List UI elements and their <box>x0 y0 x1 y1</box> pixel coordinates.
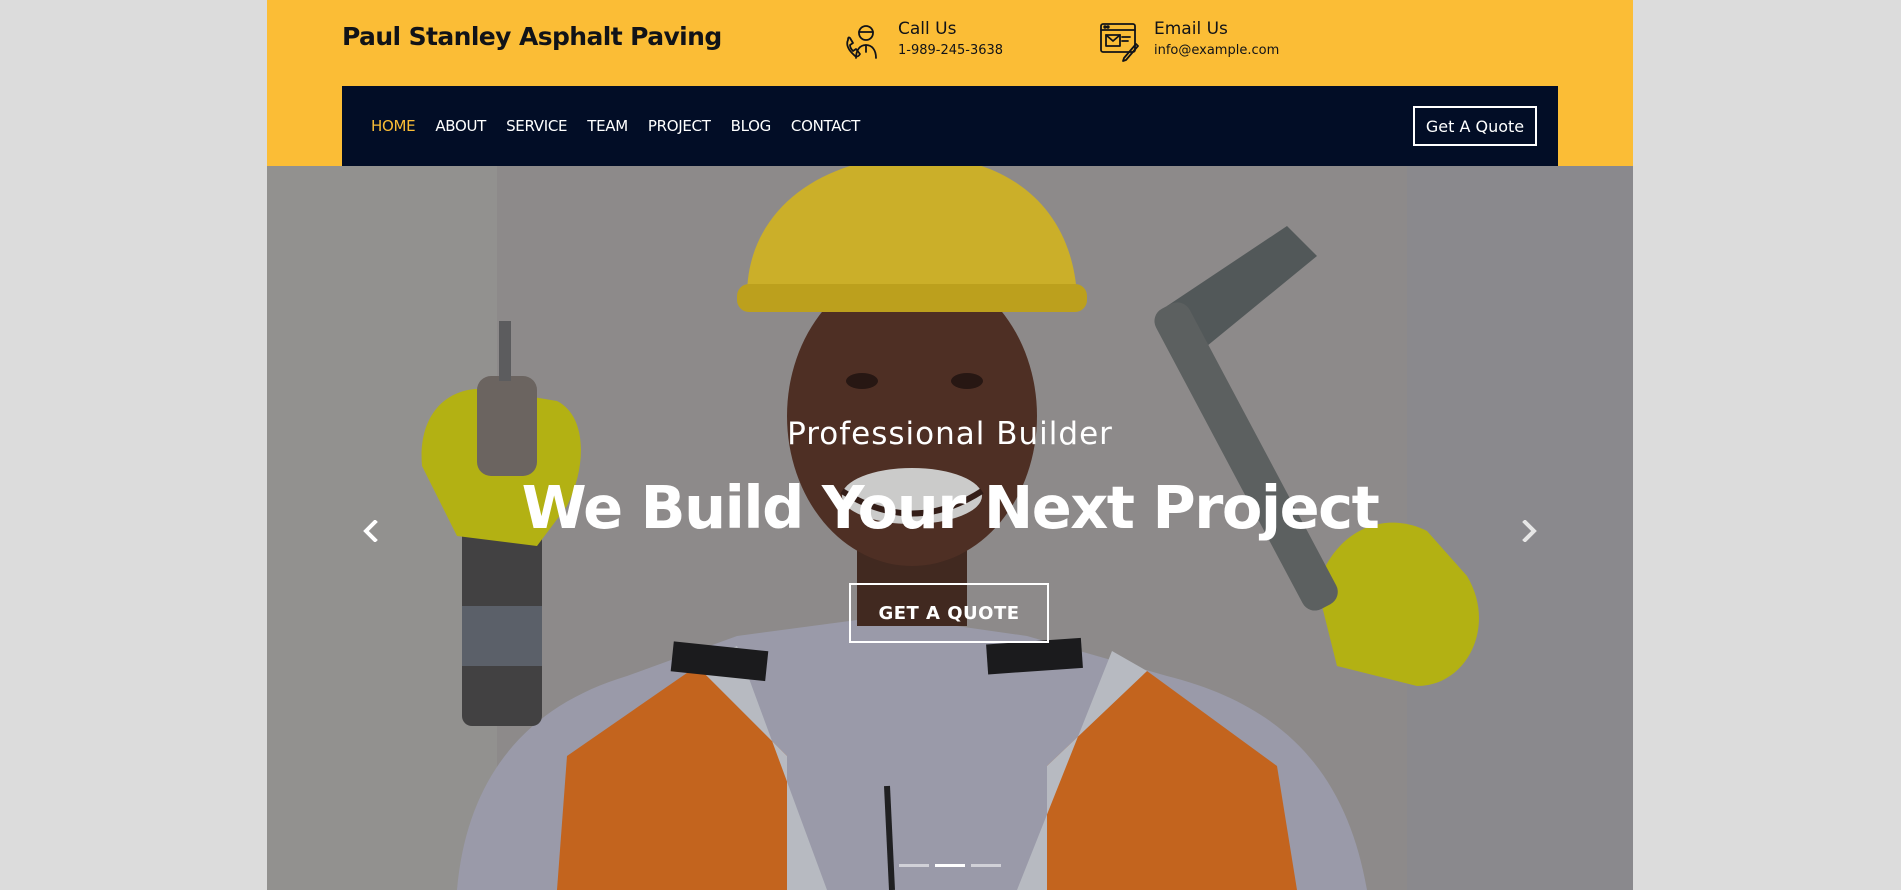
top-header: Paul Stanley Asphalt Paving Call Us 1-98… <box>267 0 1633 166</box>
hero-title: We Build Your Next Project <box>521 473 1380 542</box>
nav-item-blog[interactable]: BLOG <box>731 117 772 135</box>
slide-indicator-1[interactable] <box>899 864 929 867</box>
get-a-quote-button[interactable]: Get A Quote <box>1413 106 1537 146</box>
hero-slider: Professional Builder We Build Your Next … <box>267 166 1633 890</box>
nav-item-contact[interactable]: CONTACT <box>791 117 860 135</box>
nav-item-project[interactable]: PROJECT <box>648 117 711 135</box>
nav-item-home[interactable]: HOME <box>371 117 416 135</box>
site-brand[interactable]: Paul Stanley Asphalt Paving <box>342 22 722 51</box>
nav-item-service[interactable]: SERVICE <box>506 117 567 135</box>
email-us-label: Email Us <box>1154 19 1228 39</box>
nav-item-about[interactable]: ABOUT <box>435 117 486 135</box>
support-agent-icon <box>846 25 877 59</box>
phone-number[interactable]: 1-989-245-3638 <box>898 43 1003 58</box>
email-address[interactable]: info@example.com <box>1154 43 1279 58</box>
slider-indicators <box>899 864 1001 867</box>
call-us-block: Call Us 1-989-245-3638 <box>842 18 1003 62</box>
slide-indicator-3[interactable] <box>971 864 1001 867</box>
nav-item-team[interactable]: TEAM <box>587 117 628 135</box>
slider-prev-button[interactable] <box>355 511 385 551</box>
nav-menu: HOME ABOUT SERVICE TEAM PROJECT BLOG CON… <box>371 86 860 166</box>
email-us-block: Email Us info@example.com <box>1098 18 1279 62</box>
slide-indicator-2[interactable] <box>935 864 965 867</box>
main-nav: HOME ABOUT SERVICE TEAM PROJECT BLOG CON… <box>342 86 1558 166</box>
page: Paul Stanley Asphalt Paving Call Us 1-98… <box>267 0 1633 890</box>
chevron-right-icon <box>1522 520 1537 542</box>
slider-next-button[interactable] <box>1515 511 1545 551</box>
chevron-left-icon <box>363 520 378 542</box>
call-us-label: Call Us <box>898 19 957 39</box>
hero-subtitle: Professional Builder <box>787 416 1113 452</box>
hero-get-a-quote-button[interactable]: GET A QUOTE <box>849 583 1049 643</box>
email-icon <box>1100 23 1139 62</box>
